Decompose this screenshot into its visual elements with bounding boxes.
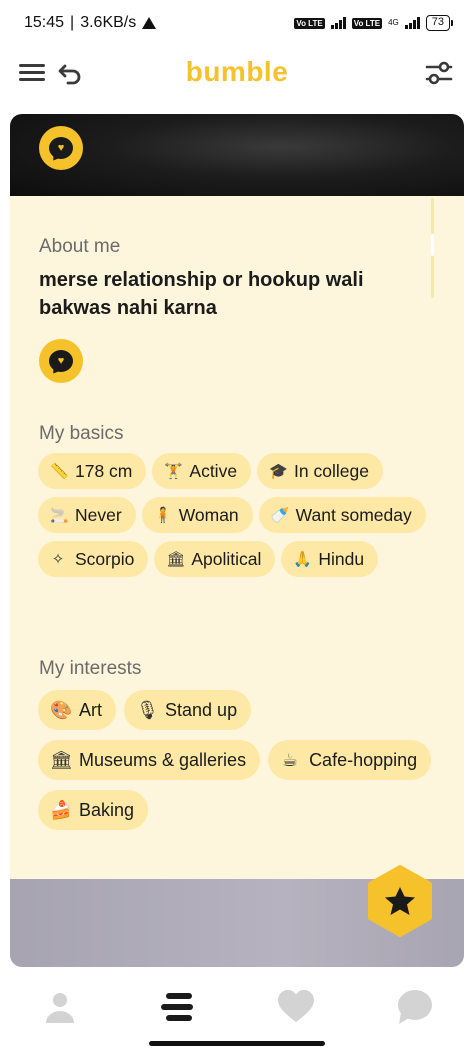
interest-chip: 🏛 Museums & galleries [38, 740, 261, 780]
government-icon: 🏛 [166, 551, 186, 568]
likes-heart-icon[interactable] [276, 989, 316, 1025]
battery-icon: 73 [425, 15, 454, 31]
home-indicator[interactable] [149, 1041, 325, 1046]
network-speed: 3.6KB/s [80, 14, 137, 31]
person-icon: 🧍 [153, 507, 173, 524]
compliment-badge-icon-2[interactable]: ♥ [39, 339, 83, 383]
basic-label: In college [294, 460, 369, 481]
basic-chip: 📏 178 cm [38, 453, 147, 489]
bottle-icon: 🍼 [270, 507, 290, 524]
museum-icon: 🏛 [50, 749, 73, 770]
basic-label: Active [189, 460, 238, 481]
basics-list: 📏 178 cm 🏋 Active 🎓 In college 🚬 Never 🧍 Woman 🍼 Wa… [38, 453, 438, 577]
interests-title: My interests [39, 658, 142, 679]
app-header: bumble [0, 46, 474, 112]
interest-label: Cafe-hopping [309, 749, 418, 770]
network-type: 4G [388, 18, 399, 27]
basic-label: Apolitical [191, 548, 262, 569]
interest-label: Art [79, 699, 103, 720]
graduation-cap-icon: 🎓 [269, 463, 288, 480]
basic-label: Hindu [318, 548, 365, 569]
basic-label: Never [75, 504, 122, 525]
basic-chip: 🙏 Hindu [281, 541, 379, 577]
profile-card[interactable]: ♥ About me merse relationship or hookup … [10, 114, 464, 967]
chat-bubble-icon[interactable] [395, 989, 435, 1025]
basic-label: 178 cm [75, 460, 133, 481]
interest-chip: 🍰 Baking [38, 790, 149, 830]
interests-list: 🎨 Art 🎙 Stand up 🏛 Museums & galleries ☕ Cafe-h… [38, 690, 448, 830]
volte-tag-1: Vo LTE [294, 17, 325, 29]
scrollbar[interactable] [431, 198, 434, 298]
interest-label: Museums & galleries [79, 749, 247, 770]
interest-chip: ☕ Cafe-hopping [268, 740, 432, 780]
interest-label: Baking [79, 799, 135, 820]
basic-chip: 🏋 Active [152, 453, 252, 489]
smoking-icon: 🚬 [50, 507, 69, 524]
scrollbar-thumb[interactable] [431, 234, 434, 256]
basic-chip: 🏛 Apolitical [154, 541, 276, 577]
signal-icon-2 [404, 17, 420, 29]
interest-chip: 🎨 Art [38, 690, 117, 730]
superswipe-button[interactable] [364, 865, 436, 937]
microphone-icon: 🎙 [136, 699, 159, 720]
praying-hands-icon: 🙏 [293, 551, 313, 568]
clock: 15:45 [24, 14, 65, 31]
basic-label: Want someday [295, 504, 412, 525]
status-right: Vo LTE Vo LTE 4G 73 [294, 15, 454, 31]
basic-label: Scorpio [75, 548, 135, 569]
about-text: merse relationship or hookup wali bakwas… [39, 269, 364, 319]
bottom-nav [0, 975, 474, 1037]
filter-settings-icon[interactable] [424, 58, 454, 88]
basic-chip: 🍼 Want someday [258, 497, 426, 533]
basic-chip: 🚬 Never [38, 497, 136, 533]
about-title: About me [39, 236, 121, 257]
cake-icon: 🍰 [50, 799, 73, 820]
status-bar: 15:45 | 3.6KB/s Vo LTE Vo LTE 4G 73 [0, 0, 474, 46]
app-logo: bumble [185, 56, 289, 87]
ruler-icon: 📏 [50, 463, 69, 480]
dumbbell-icon: 🏋 [164, 463, 184, 480]
interest-label: Stand up [165, 699, 238, 720]
separator: | [70, 14, 75, 31]
volte-tag-2: Vo LTE [351, 17, 383, 29]
profile-icon[interactable] [40, 989, 80, 1025]
basic-chip: 🧍 Woman [141, 497, 253, 533]
basics-title: My basics [39, 423, 124, 444]
signal-icon-1 [330, 17, 346, 29]
zodiac-icon: ✧ [51, 551, 65, 568]
basic-chip: ✧ Scorpio [38, 541, 149, 577]
warning-icon [142, 17, 157, 29]
coffee-icon: ☕ [281, 749, 299, 770]
palette-icon: 🎨 [50, 699, 73, 720]
basic-chip: 🎓 In college [257, 453, 383, 489]
interest-chip: 🎙 Stand up [124, 690, 252, 730]
discover-icon[interactable] [157, 989, 197, 1025]
status-left: 15:45 | 3.6KB/s [24, 14, 157, 32]
compliment-badge-icon[interactable]: ♥ [39, 126, 83, 170]
basic-label: Woman [178, 504, 239, 525]
